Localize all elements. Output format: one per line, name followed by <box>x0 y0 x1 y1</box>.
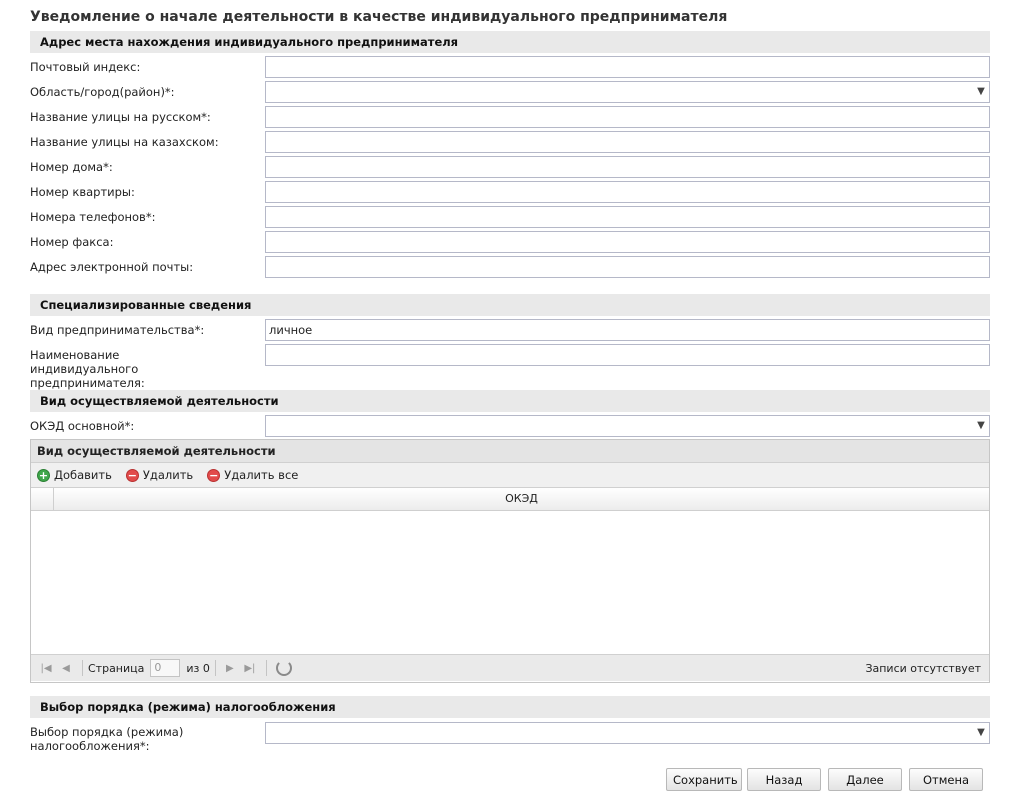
apartment-label: Номер квартиры: <box>30 185 135 199</box>
records-status: Записи отсутствует <box>865 662 981 675</box>
delete-button[interactable]: − Удалить <box>125 468 194 482</box>
page-count-label: из 0 <box>186 661 210 675</box>
grid-body <box>31 511 989 654</box>
oked-main-select[interactable]: ▼ <box>265 415 990 437</box>
business-type-label: Вид предпринимательства*: <box>30 323 205 337</box>
grid-title: Вид осуществляемой деятельности <box>31 440 989 463</box>
add-button-label: Добавить <box>54 468 112 482</box>
email-label: Адрес электронной почты: <box>30 260 194 274</box>
back-button[interactable]: Назад <box>747 768 821 791</box>
grid-header-row: ОКЭД <box>31 488 989 511</box>
postal-code-label: Почтовый индекс: <box>30 60 141 74</box>
page-label: Страница <box>88 661 145 675</box>
house-input[interactable] <box>265 156 990 178</box>
last-page-icon[interactable]: ▶| <box>241 659 259 677</box>
ie-name-label: Наименование индивидуального предпринима… <box>30 348 145 390</box>
section-header-special: Специализированные сведения <box>30 294 990 316</box>
fax-label: Номер факса: <box>30 235 114 249</box>
next-page-icon[interactable]: ▶ <box>221 659 239 677</box>
activity-grid: Вид осуществляемой деятельности + Добави… <box>30 439 990 683</box>
first-page-icon[interactable]: |◀ <box>37 659 55 677</box>
minus-circle-icon: − <box>125 468 139 482</box>
section-header-taxation: Выбор порядка (режима) налогообложения <box>30 696 990 718</box>
street-kz-input[interactable] <box>265 131 990 153</box>
chevron-down-icon[interactable]: ▼ <box>973 416 989 436</box>
phones-label: Номера телефонов*: <box>30 210 156 224</box>
street-kz-label: Название улицы на казахском: <box>30 135 219 149</box>
plus-circle-icon: + <box>37 468 50 482</box>
email-input[interactable] <box>265 256 990 278</box>
chevron-down-icon[interactable]: ▼ <box>973 82 989 102</box>
add-button[interactable]: + Добавить <box>37 468 112 482</box>
ie-name-input[interactable] <box>265 344 990 366</box>
fax-input[interactable] <box>265 231 990 253</box>
minus-circle-icon: − <box>207 468 221 482</box>
delete-all-button-label: Удалить все <box>224 468 299 482</box>
tax-regime-label: Выбор порядка (режима) налогообложения*: <box>30 725 184 753</box>
section-header-activity: Вид осуществляемой деятельности <box>30 390 990 412</box>
page-number-input[interactable]: 0 <box>150 659 181 677</box>
region-select[interactable]: ▼ <box>265 81 990 103</box>
oked-main-label: ОКЭД основной*: <box>30 419 135 433</box>
pager-divider <box>214 660 216 676</box>
column-header-oked[interactable]: ОКЭД <box>54 488 989 510</box>
pager-divider <box>82 660 83 676</box>
house-label: Номер дома*: <box>30 160 113 174</box>
prev-page-icon[interactable]: ◀ <box>57 659 75 677</box>
business-type-input[interactable]: личное <box>265 319 990 341</box>
street-ru-input[interactable] <box>265 106 990 128</box>
chevron-down-icon[interactable]: ▼ <box>973 723 989 743</box>
phones-input[interactable] <box>265 206 990 228</box>
delete-button-label: Удалить <box>142 468 194 482</box>
cancel-button[interactable]: Отмена <box>909 768 983 791</box>
street-ru-label: Название улицы на русском*: <box>30 110 211 124</box>
grid-pager: |◀ ◀ Страница 0 из 0 ▶ ▶| Записи отсутст… <box>31 654 989 681</box>
pager-divider <box>265 660 267 676</box>
page-title: Уведомление о начале деятельности в каче… <box>30 9 728 25</box>
refresh-icon[interactable] <box>275 660 292 676</box>
delete-all-button[interactable]: − Удалить все <box>207 468 298 482</box>
section-header-address: Адрес места нахождения индивидуального п… <box>30 31 990 53</box>
postal-code-input[interactable] <box>265 56 990 78</box>
region-label: Область/город(район)*: <box>30 85 175 99</box>
tax-regime-select[interactable]: ▼ <box>265 722 990 744</box>
apartment-input[interactable] <box>265 181 990 203</box>
save-button[interactable]: Сохранить <box>666 768 742 791</box>
grid-toolbar: + Добавить − Удалить − Удалить все <box>31 463 989 488</box>
row-number-header <box>31 488 54 510</box>
next-button[interactable]: Далее <box>828 768 902 791</box>
